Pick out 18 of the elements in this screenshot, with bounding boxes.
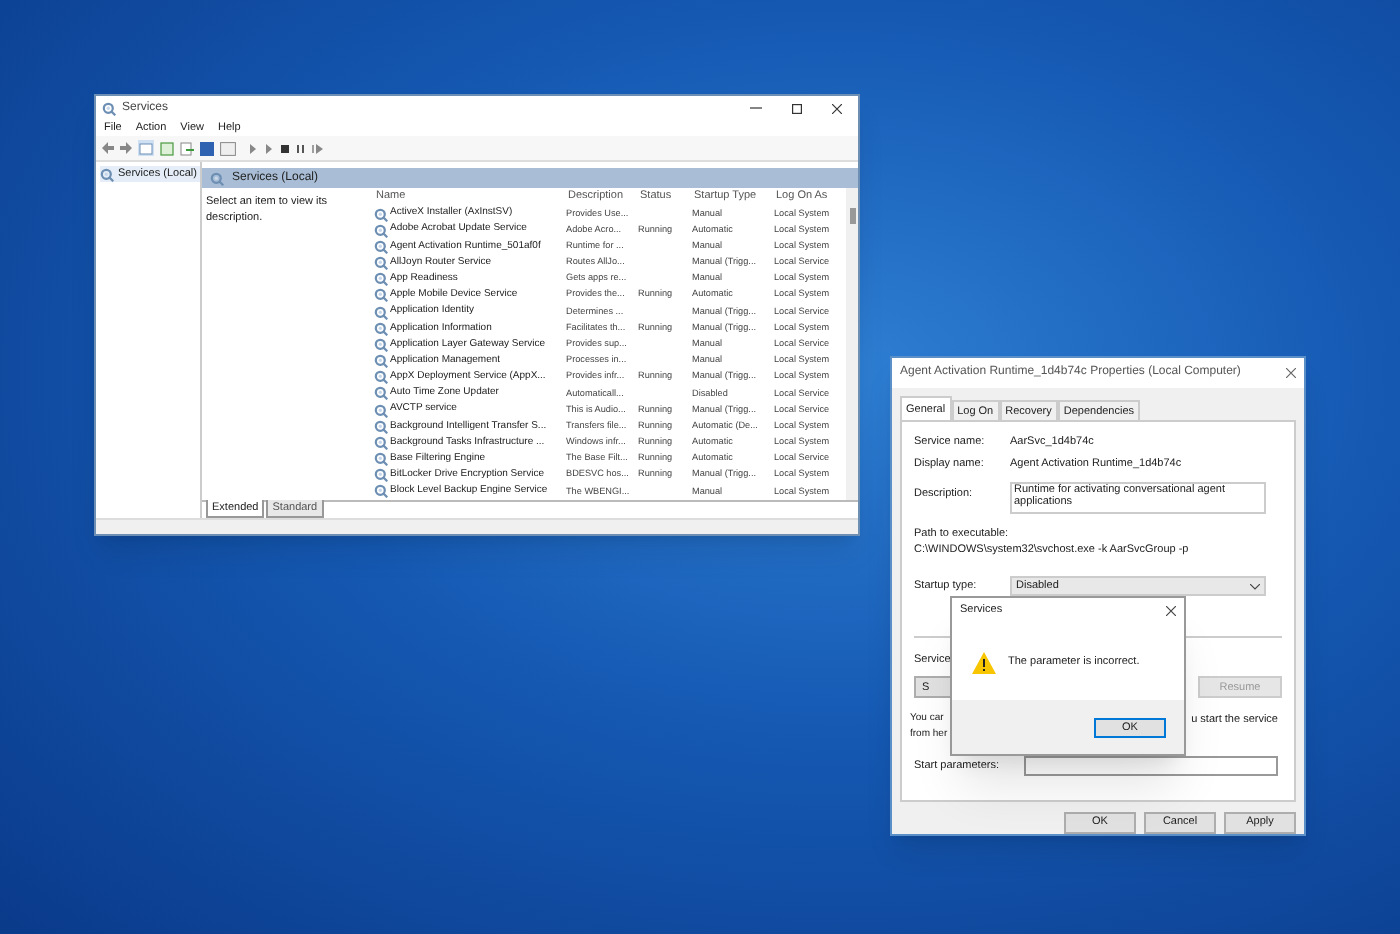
start-parameters-field[interactable] (1024, 756, 1278, 777)
close-icon[interactable] (832, 103, 842, 113)
restart-icon[interactable] (312, 143, 324, 153)
stop-icon[interactable] (280, 143, 290, 153)
console-tree-icon[interactable] (138, 140, 154, 156)
chevron-down-icon (1250, 583, 1260, 590)
scrollbar[interactable] (846, 188, 858, 500)
forward-arrow-icon[interactable] (120, 142, 132, 154)
warning-icon (972, 651, 996, 673)
refresh-icon[interactable] (160, 141, 174, 155)
minimize-icon[interactable] (750, 102, 762, 114)
maximize-icon[interactable] (792, 103, 802, 113)
export-icon[interactable] (180, 141, 194, 155)
properties-icon[interactable] (220, 141, 236, 155)
back-arrow-icon[interactable] (102, 142, 114, 154)
pause-icon[interactable] (296, 143, 306, 153)
close-icon[interactable] (1286, 367, 1296, 378)
close-icon[interactable] (1166, 606, 1176, 616)
